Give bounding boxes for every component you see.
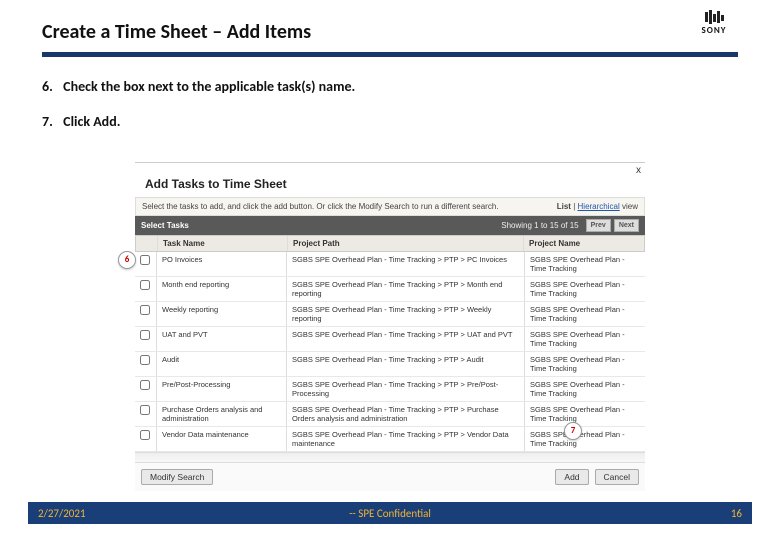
cell-project-path: SGBS SPE Overhead Plan - Time Tracking >… [287,327,525,351]
row-checkbox[interactable] [140,305,150,315]
table-row: UAT and PVTSGBS SPE Overhead Plan - Time… [135,327,645,352]
step-number: 6. [42,78,60,95]
cell-task-name: Audit [157,352,287,376]
cell-project-path: SGBS SPE Overhead Plan - Time Tracking >… [287,352,525,376]
row-checkbox[interactable] [140,430,150,440]
step-number: 7. [42,113,60,130]
cell-project-path: SGBS SPE Overhead Plan - Time Tracking >… [287,377,525,401]
cell-project-path: SGBS SPE Overhead Plan - Time Tracking >… [287,277,525,301]
cell-task-name: Weekly reporting [157,302,287,326]
cell-project-name: SGBS SPE Overhead Plan - Time Tracking [525,377,645,401]
cell-project-path: SGBS SPE Overhead Plan - Time Tracking >… [287,252,525,276]
col-task-name-header: Task Name [158,236,288,251]
footer-confidential: -- SPE Confidential [28,507,752,520]
cell-project-name: SGBS SPE Overhead Plan - Time Tracking [525,252,645,276]
cancel-button[interactable]: Cancel [595,469,639,485]
callout-6-bubble: 6 [118,251,136,269]
view-list-label: List [557,202,571,211]
step-text: Click Add. [63,113,120,130]
step-text: Check the box next to the applicable tas… [63,78,355,95]
row-checkbox[interactable] [140,380,150,390]
col-project-path-header: Project Path [288,236,524,251]
cell-task-name: Pre/Post-Processing [157,377,287,401]
step-7: 7. Click Add. [42,113,738,130]
cell-project-name: SGBS SPE Overhead Plan - Time Tracking [525,302,645,326]
cell-task-name: Month end reporting [157,277,287,301]
row-checkbox[interactable] [140,405,150,415]
pager-count: Showing 1 to 15 of 15 [501,221,578,230]
dialog-footer: Modify Search Add Cancel [135,462,645,491]
row-checkbox[interactable] [140,330,150,340]
close-icon[interactable]: x [636,165,641,176]
slide-footer: 2/27/2021 -- SPE Confidential 16 [28,502,752,524]
cell-project-name: SGBS SPE Overhead Plan - Time Tracking [525,402,645,426]
instruction-list: 6. Check the box next to the applicable … [42,78,738,148]
prev-button[interactable]: Prev [586,219,611,232]
next-button[interactable]: Next [614,219,639,232]
add-tasks-dialog: x Add Tasks to Time Sheet Select the tas… [135,162,645,491]
table-header: Task Name Project Path Project Name [135,235,645,252]
view-selector: List | Hierarchical view [557,202,638,211]
cell-project-name: SGBS SPE Overhead Plan - Time Tracking [525,277,645,301]
cell-task-name: Purchase Orders analysis and administrat… [157,402,287,426]
table-scroll-edge [135,452,645,462]
row-checkbox[interactable] [140,255,150,265]
pager: Showing 1 to 15 of 15 Prev Next [501,219,639,232]
page-title: Create a Time Sheet – Add Items [42,20,738,50]
dialog-instruction: Select the tasks to add, and click the a… [142,202,499,211]
table-row: Month end reportingSGBS SPE Overhead Pla… [135,277,645,302]
table-row: PO InvoicesSGBS SPE Overhead Plan - Time… [135,252,645,277]
select-tasks-bar: Select Tasks Showing 1 to 15 of 15 Prev … [135,216,645,235]
cell-task-name: Vendor Data maintenance [157,427,287,451]
cell-project-name: SGBS SPE Overhead Plan - Time Tracking [525,352,645,376]
table-row: Pre/Post-ProcessingSGBS SPE Overhead Pla… [135,377,645,402]
cell-project-path: SGBS SPE Overhead Plan - Time Tracking >… [287,402,525,426]
view-hierarchical-link[interactable]: Hierarchical [578,202,620,211]
step-6: 6. Check the box next to the applicable … [42,78,738,95]
row-checkbox[interactable] [140,280,150,290]
table-row: Weekly reportingSGBS SPE Overhead Plan -… [135,302,645,327]
cell-project-path: SGBS SPE Overhead Plan - Time Tracking >… [287,427,525,451]
add-button[interactable]: Add [555,469,588,485]
modify-search-button[interactable]: Modify Search [141,469,213,485]
table-row: AuditSGBS SPE Overhead Plan - Time Track… [135,352,645,377]
slide-header: Create a Time Sheet – Add Items [42,20,738,57]
title-underline [42,52,738,57]
row-checkbox[interactable] [140,355,150,365]
cell-task-name: UAT and PVT [157,327,287,351]
dialog-instruction-bar: Select the tasks to add, and click the a… [135,197,645,216]
callout-7-bubble: 7 [564,422,582,440]
cell-project-name: SGBS SPE Overhead Plan - Time Tracking [525,427,645,451]
col-checkbox-header [136,236,158,251]
cell-task-name: PO Invoices [157,252,287,276]
cell-project-path: SGBS SPE Overhead Plan - Time Tracking >… [287,302,525,326]
col-project-name-header: Project Name [524,236,644,251]
view-suffix: view [622,202,638,211]
dialog-title: Add Tasks to Time Sheet [135,163,645,197]
cell-project-name: SGBS SPE Overhead Plan - Time Tracking [525,327,645,351]
section-label: Select Tasks [141,221,189,230]
